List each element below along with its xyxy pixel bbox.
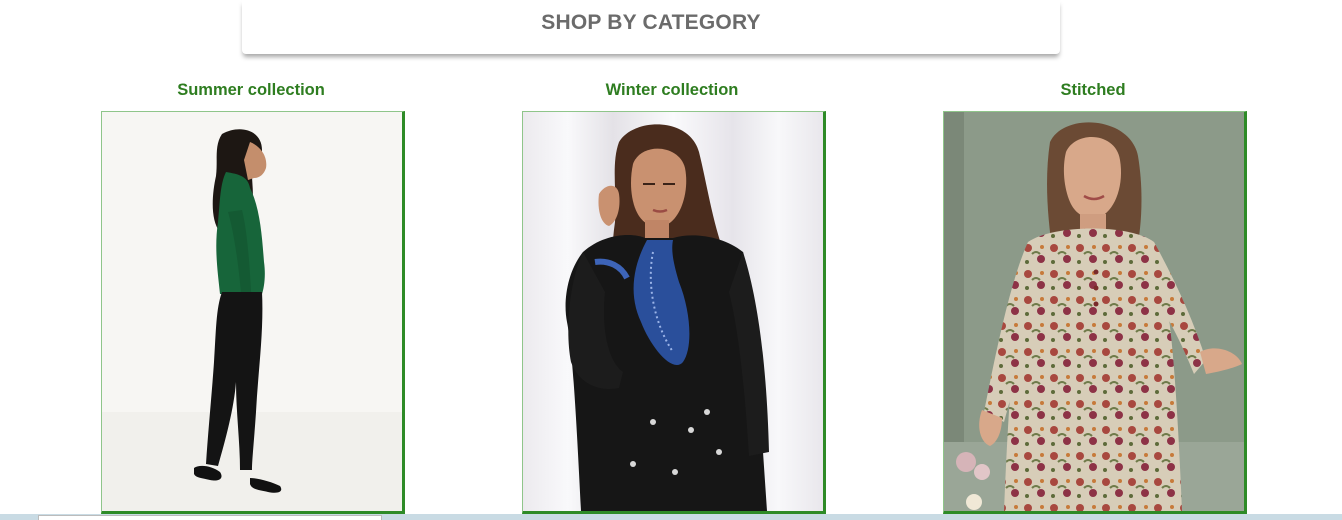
category-title-winter[interactable]: Winter collection: [522, 81, 822, 100]
category-title-summer[interactable]: Summer collection: [101, 81, 401, 100]
category-title-stitched[interactable]: Stitched: [943, 81, 1243, 100]
stitched-model-image: [944, 112, 1244, 511]
category-card-summer[interactable]: [101, 111, 405, 514]
section-header: SHOP BY CATEGORY: [242, 0, 1060, 54]
bottom-bar-panel: [38, 515, 382, 520]
section-title: SHOP BY CATEGORY: [541, 11, 761, 34]
category-card-stitched[interactable]: [943, 111, 1247, 514]
winter-model-image: [523, 112, 823, 511]
bottom-bar: [0, 514, 1342, 520]
category-section: SHOP BY CATEGORY Summer collection Winte…: [0, 0, 1342, 520]
category-card-winter[interactable]: [522, 111, 826, 514]
summer-model-image: [102, 112, 402, 511]
